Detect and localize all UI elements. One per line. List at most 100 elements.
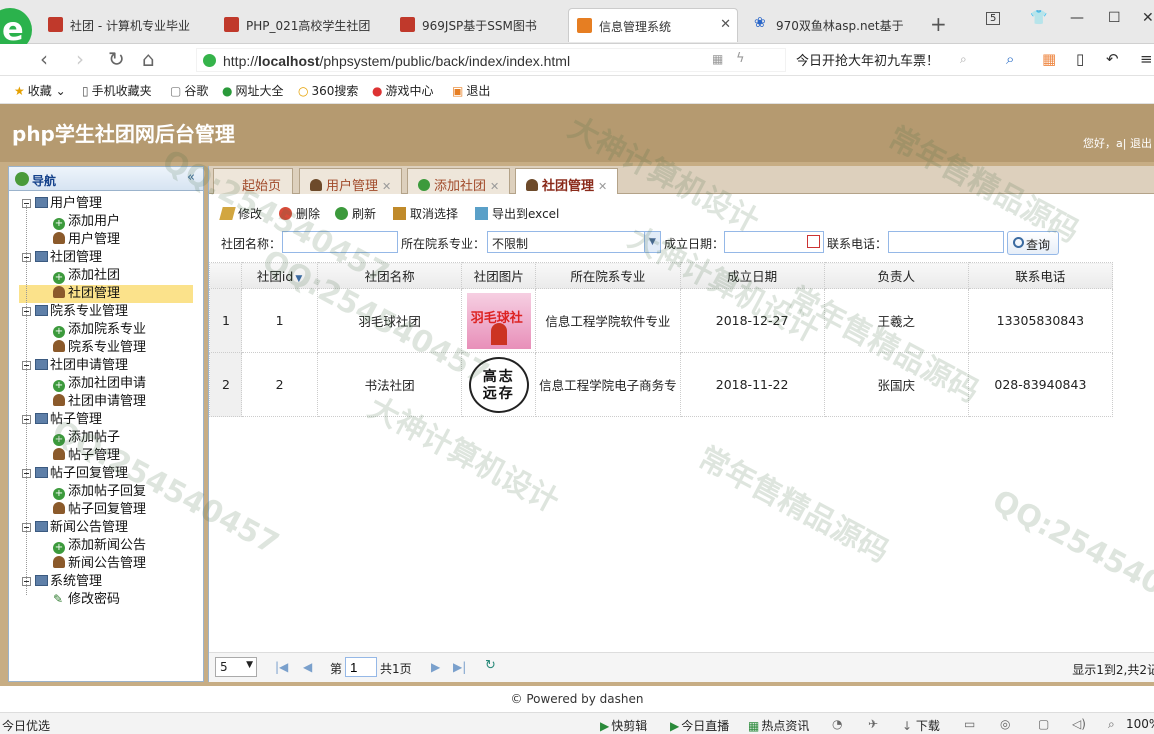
bookmark-mobile[interactable]: ▯ 手机收藏夹 xyxy=(82,82,152,99)
column-header[interactable]: 成立日期 xyxy=(679,262,825,289)
logout-link[interactable]: 退出 xyxy=(1130,137,1152,150)
bookmark-exit[interactable]: ▣ 退出 xyxy=(452,82,490,99)
table-row[interactable]: 2 2 书法社团 高志远存 信息工程学院电子商务专 2018-11-22 张国庆… xyxy=(208,352,1114,417)
column-header[interactable]: 社团图片 xyxy=(461,262,537,289)
reload-icon[interactable]: ↻ xyxy=(485,658,496,673)
bookmark-games[interactable]: ● 游戏中心 xyxy=(372,82,434,99)
apps-icon[interactable]: ▦ xyxy=(1042,50,1056,68)
browser-tab-5[interactable]: ❀ 970双鱼林asp.net基于 xyxy=(746,8,916,42)
date-input[interactable] xyxy=(724,231,824,253)
close-tab-icon[interactable]: ✕ xyxy=(598,180,607,193)
quick-clip[interactable]: ▶ 快剪辑 xyxy=(600,717,647,734)
qr-icon[interactable]: ▦ xyxy=(712,52,723,66)
bookmark-sites[interactable]: ● 网址大全 xyxy=(222,82,284,99)
search-icon[interactable]: ⌕ xyxy=(1006,50,1014,68)
window-icon[interactable]: ▭ xyxy=(964,717,975,731)
url-input[interactable]: http://localhost/phpsystem/public/back/i… xyxy=(196,48,786,72)
close-window-icon[interactable]: ✕ xyxy=(1142,10,1154,26)
nav-group[interactable]: 用户管理 xyxy=(9,195,203,213)
promo-text[interactable]: 今日开抢大年初九车票！ xyxy=(796,50,939,69)
nav-group[interactable]: 社团管理 xyxy=(9,249,203,267)
nav-item[interactable]: 新闻公告管理 xyxy=(9,555,203,573)
unselect-button[interactable]: 取消选择 xyxy=(393,205,458,222)
volume-icon[interactable]: ◁) xyxy=(1072,717,1086,731)
forward-icon[interactable]: › xyxy=(76,47,84,71)
calendar-icon[interactable] xyxy=(807,235,820,248)
lightning-icon[interactable]: ϟ xyxy=(736,51,745,66)
club-name-input[interactable] xyxy=(282,231,398,253)
browser-icon[interactable]: ◎ xyxy=(1000,717,1010,731)
nav-item[interactable]: + 添加用户 xyxy=(9,213,203,231)
layout-icon[interactable]: ▢ xyxy=(1038,717,1049,731)
tab-user-management[interactable]: 用户管理 ✕ xyxy=(299,168,403,194)
column-header[interactable]: 联系电话 xyxy=(967,262,1114,289)
nav-group[interactable]: 帖子管理 xyxy=(9,411,203,429)
undo-icon[interactable]: ↶ xyxy=(1106,50,1119,68)
first-page-icon[interactable]: |◀ xyxy=(275,660,288,674)
bookmark-google[interactable]: ▢ 谷歌 xyxy=(170,82,208,99)
zoom-level[interactable]: 100% xyxy=(1126,717,1154,731)
nav-item[interactable]: 帖子回复管理 xyxy=(9,501,203,519)
browser-tab-1[interactable]: 社团 - 计算机专业毕业 xyxy=(40,8,210,42)
nav-item[interactable]: 院系专业管理 xyxy=(9,339,203,357)
tab-count-badge[interactable]: 5 xyxy=(986,12,1001,25)
daily-picks[interactable]: 今日优选 xyxy=(2,717,50,734)
maximize-icon[interactable]: ☐ xyxy=(1108,10,1121,26)
nav-item[interactable]: + 添加院系专业 xyxy=(9,321,203,339)
bookmark-360[interactable]: ○ 360搜索 xyxy=(298,82,358,99)
menu-icon[interactable]: ≡ xyxy=(1140,50,1153,68)
zoom-icon[interactable]: ⌕ xyxy=(1108,717,1115,732)
nav-item[interactable]: 帖子管理 xyxy=(9,447,203,465)
nav-item[interactable]: + 添加帖子 xyxy=(9,429,203,447)
refresh-button[interactable]: 刷新 xyxy=(335,205,376,222)
nav-group[interactable]: 系统管理 xyxy=(9,573,203,591)
home-icon[interactable]: ⌂ xyxy=(142,47,155,71)
query-button[interactable]: 查询 xyxy=(1007,231,1059,255)
back-icon[interactable]: ‹ xyxy=(40,47,48,71)
page-size-select[interactable]: 5 ▼ xyxy=(215,657,257,677)
bookmark-favorites[interactable]: ★ 收藏 ⌄ xyxy=(14,82,66,99)
table-row[interactable]: 1 1 羽毛球社团 羽毛球社 信息工程学院软件专业 2018-12-27 王羲之… xyxy=(208,288,1114,353)
edit-button[interactable]: 修改 xyxy=(219,205,262,222)
minimize-icon[interactable]: — xyxy=(1070,10,1084,26)
prev-page-icon[interactable]: ◀ xyxy=(303,660,312,674)
reload-icon[interactable]: ↻ xyxy=(108,47,125,71)
column-header[interactable]: 负责人 xyxy=(823,262,969,289)
delete-button[interactable]: 删除 xyxy=(279,205,320,222)
tab-home[interactable]: 起始页 xyxy=(213,168,293,194)
tab-add-club[interactable]: 添加社团 ✕ xyxy=(407,168,511,194)
page-number-input[interactable] xyxy=(345,657,377,677)
live-today[interactable]: ▶ 今日直播 xyxy=(670,717,729,734)
close-tab-icon[interactable]: ✕ xyxy=(490,180,499,193)
nav-group[interactable]: 新闻公告管理 xyxy=(9,519,203,537)
new-tab-icon[interactable]: + xyxy=(930,12,947,36)
reader-icon[interactable]: ▯ xyxy=(1076,50,1084,68)
browser-tab-3[interactable]: 969JSP基于SSM图书 xyxy=(392,8,562,42)
hot-news[interactable]: ▦ 热点资讯 xyxy=(748,717,809,734)
nav-item[interactable]: ✎ 修改密码 xyxy=(9,591,203,609)
nav-item[interactable]: + 添加社团申请 xyxy=(9,375,203,393)
browser-tab-active[interactable]: 信息管理系统 ✕ xyxy=(568,8,738,42)
chevron-down-icon[interactable]: ▼ xyxy=(644,232,660,252)
search-small-icon[interactable]: ⌕ xyxy=(960,52,967,67)
close-tab-icon[interactable]: ✕ xyxy=(720,17,731,32)
close-tab-icon[interactable]: ✕ xyxy=(382,180,391,193)
nav-group[interactable]: 社团申请管理 xyxy=(9,357,203,375)
nav-item[interactable]: 社团申请管理 xyxy=(9,393,203,411)
phone-input[interactable] xyxy=(888,231,1004,253)
nav-item[interactable]: + 添加新闻公告 xyxy=(9,537,203,555)
column-header[interactable]: 所在院系专业 xyxy=(535,262,681,289)
tab-club-management[interactable]: 社团管理 ✕ xyxy=(515,168,619,194)
nav-group[interactable]: 帖子回复管理 xyxy=(9,465,203,483)
nav-group[interactable]: 院系专业管理 xyxy=(9,303,203,321)
column-header[interactable]: 社团名称 xyxy=(317,262,463,289)
collapse-left-icon[interactable]: « xyxy=(187,170,195,185)
browser-tab-2[interactable]: PHP_021高校学生社团 xyxy=(216,8,386,42)
export-excel-button[interactable]: 导出到excel xyxy=(475,205,559,222)
nav-item[interactable]: + 添加帖子回复 xyxy=(9,483,203,501)
next-page-icon[interactable]: ▶ xyxy=(431,660,440,674)
nav-item[interactable]: 用户管理 xyxy=(9,231,203,249)
last-page-icon[interactable]: ▶| xyxy=(453,660,466,674)
download-button[interactable]: ↓ 下载 xyxy=(902,717,940,734)
pin-icon[interactable]: ✈ xyxy=(868,717,878,731)
